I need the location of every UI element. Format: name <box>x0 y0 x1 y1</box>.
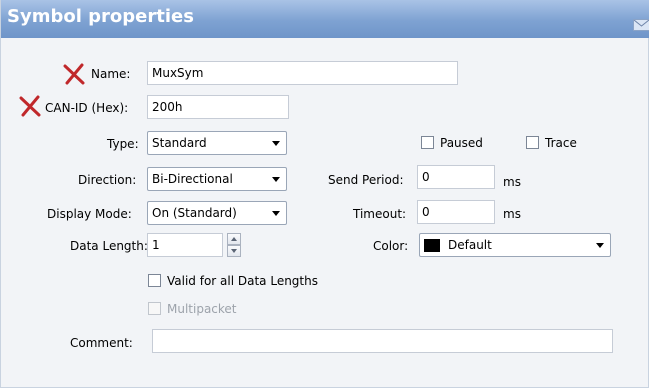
send-period-label: Send Period: <box>328 173 404 187</box>
direction-select[interactable]: Bi-Directional <box>147 167 287 191</box>
symbol-properties-dialog: Symbol properties Name: MuxSym CAN-ID (H… <box>0 0 649 388</box>
valid-all-lengths-checkbox[interactable] <box>148 274 161 287</box>
arrow-down-icon <box>231 249 237 253</box>
color-label: Color: <box>373 239 409 253</box>
type-select[interactable]: Standard <box>147 131 287 155</box>
envelope-icon[interactable] <box>633 19 649 31</box>
type-select-value: Standard <box>152 136 207 150</box>
multipacket-checkbox[interactable] <box>148 302 161 315</box>
display-mode-select-value: On (Standard) <box>152 206 237 220</box>
paused-checkbox[interactable] <box>421 136 434 149</box>
arrow-up-icon <box>231 237 237 241</box>
send-period-unit: ms <box>503 175 521 189</box>
chevron-down-icon <box>596 243 604 248</box>
direction-label: Direction: <box>78 173 137 187</box>
data-length-label: Data Length: <box>70 239 148 253</box>
timeout-input[interactable]: 0 <box>417 200 495 224</box>
direction-select-value: Bi-Directional <box>152 172 233 186</box>
required-x-icon <box>19 95 41 117</box>
chevron-down-icon <box>272 211 280 216</box>
spin-down-button[interactable] <box>227 245 241 257</box>
multipacket-label: Multipacket <box>167 302 237 316</box>
valid-all-lengths-label: Valid for all Data Lengths <box>167 274 318 288</box>
color-select-value: Default <box>448 238 492 252</box>
required-x-icon <box>63 63 85 85</box>
chevron-down-icon <box>272 141 280 146</box>
name-label: Name: <box>91 67 131 81</box>
send-period-input[interactable]: 0 <box>417 165 495 189</box>
color-swatch <box>424 239 440 252</box>
type-label: Type: <box>107 137 139 151</box>
spin-up-button[interactable] <box>227 233 241 245</box>
comment-input[interactable] <box>152 329 613 353</box>
paused-label: Paused <box>440 136 483 150</box>
timeout-label: Timeout: <box>353 207 407 221</box>
name-input[interactable]: MuxSym <box>147 61 458 85</box>
timeout-unit: ms <box>503 207 521 221</box>
data-length-spinner[interactable] <box>227 233 241 257</box>
comment-label: Comment: <box>70 336 133 350</box>
dialog-title-bar: Symbol properties <box>1 0 649 38</box>
dialog-title: Symbol properties <box>7 6 194 27</box>
can-id-input[interactable]: 200h <box>147 95 289 119</box>
trace-checkbox[interactable] <box>526 136 539 149</box>
can-id-label: CAN-ID (Hex): <box>45 101 129 115</box>
display-mode-select[interactable]: On (Standard) <box>147 201 287 225</box>
display-mode-label: Display Mode: <box>47 207 132 221</box>
chevron-down-icon <box>272 177 280 182</box>
data-length-input[interactable]: 1 <box>147 233 223 257</box>
trace-label: Trace <box>545 136 577 150</box>
color-select[interactable]: Default <box>419 233 611 257</box>
